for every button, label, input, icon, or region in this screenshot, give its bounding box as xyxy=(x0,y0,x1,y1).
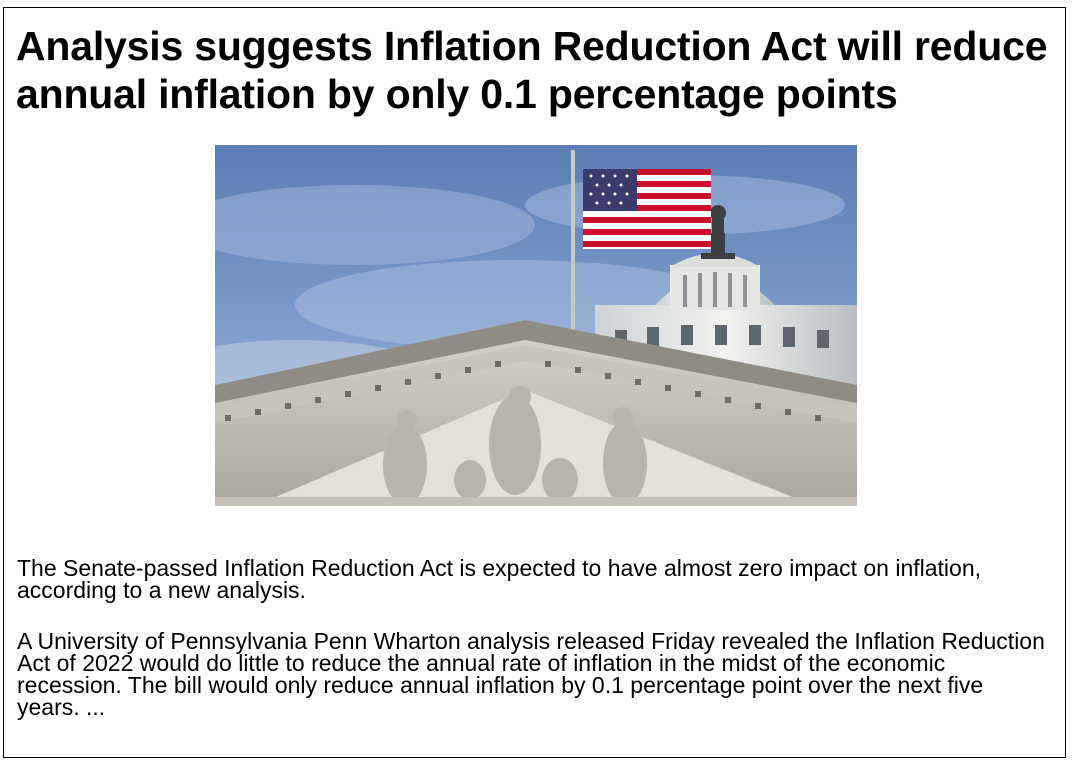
article-headline: Analysis suggests Inflation Reduction Ac… xyxy=(16,23,1048,117)
article-paragraph-2: A University of Pennsylvania Penn Wharto… xyxy=(17,628,1045,720)
article-paragraph-1: The Senate-passed Inflation Reduction Ac… xyxy=(17,555,982,603)
capitol-building-photo xyxy=(215,145,857,506)
